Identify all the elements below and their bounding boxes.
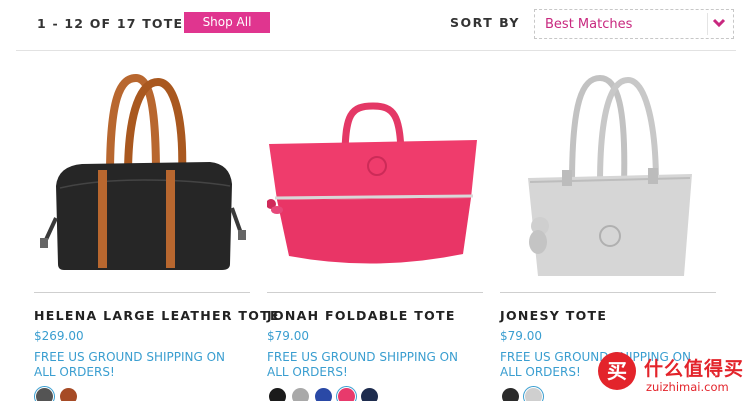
card-divider <box>34 292 250 293</box>
product-price: $79.00 <box>500 329 542 343</box>
results-count: 1 - 12 OF 17 TOTES <box>37 16 194 31</box>
sort-label: SORT BY <box>450 15 520 30</box>
color-swatch[interactable] <box>36 388 53 401</box>
shipping-note: FREE US GROUND SHIPPING ON ALL ORDERS! <box>34 350 226 379</box>
watermark-url: zuizhimai.com <box>646 380 729 394</box>
product-card: JONAH FOLDABLE TOTE $79.00 FREE US GROUN… <box>266 58 487 401</box>
color-swatch[interactable] <box>502 388 519 401</box>
product-name[interactable]: JONAH FOLDABLE TOTE <box>267 308 456 323</box>
sort-select[interactable]: Best Matches <box>534 9 734 39</box>
color-swatch[interactable] <box>315 388 332 401</box>
color-swatch[interactable] <box>361 388 378 401</box>
toolbar-divider <box>16 50 736 51</box>
sort-selected-value: Best Matches <box>545 17 633 32</box>
card-divider <box>267 292 483 293</box>
watermark-cn-text: 什么值得买 <box>644 358 745 380</box>
color-swatch[interactable] <box>338 388 355 401</box>
color-swatch[interactable] <box>60 388 77 401</box>
site-watermark: 买 什么值得买 zuizhimai.com <box>598 350 748 400</box>
product-name[interactable]: JONESY TOTE <box>500 308 607 323</box>
card-divider <box>500 292 716 293</box>
results-toolbar: 1 - 12 OF 17 TOTES Shop All SORT BY Best… <box>0 0 753 50</box>
chevron-down-icon[interactable] <box>707 13 730 35</box>
product-image-jonesy[interactable] <box>500 58 720 286</box>
shop-all-button[interactable]: Shop All <box>184 12 270 33</box>
color-swatch[interactable] <box>269 388 286 401</box>
color-swatch[interactable] <box>525 388 542 401</box>
color-swatch[interactable] <box>292 388 309 401</box>
product-price: $79.00 <box>267 329 309 343</box>
product-name[interactable]: HELENA LARGE LEATHER TOTE <box>34 308 280 323</box>
watermark-logo-icon: 买 <box>598 352 636 390</box>
product-image-helena[interactable] <box>34 58 254 286</box>
product-price: $269.00 <box>34 329 84 343</box>
product-card: HELENA LARGE LEATHER TOTE $269.00 FREE U… <box>34 58 279 401</box>
shipping-note: FREE US GROUND SHIPPING ON ALL ORDERS! <box>267 350 459 379</box>
product-image-jonah[interactable] <box>266 58 487 286</box>
